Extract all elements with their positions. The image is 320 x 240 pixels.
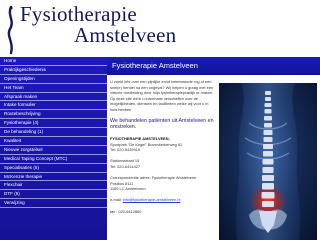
site-title[interactable]: Fysiotherapie Amstelveen	[20, 4, 220, 54]
sidebar-item-praktijkgeschiedenis[interactable]: Praktijkgeschiedenis	[0, 66, 107, 75]
sidebar-item-routebeschrijving[interactable]: Routebeschrijving	[0, 110, 107, 120]
correspondence-block: Correspondentie adres: Fysiotherapie Ams…	[110, 175, 216, 191]
email-prefix: e-mail:	[110, 197, 122, 203]
sidebar-item-specialisaties[interactable]: Specialisaties (5)	[0, 164, 107, 173]
address-tel: Tel: 020-6439919	[110, 146, 141, 152]
site-title-line2: Amstelveen	[74, 23, 177, 47]
sidebar-item-dtf[interactable]: DTF (5)	[0, 190, 107, 200]
sidebar-nav: Home Praktijkgeschiedenis Openingstijden…	[0, 57, 107, 240]
practice-name: FYSIOTHERAPIE AMSTELVEEN,	[110, 136, 170, 142]
sidebar-item-medical-taping[interactable]: Medical Taping Concept (MTC)	[0, 155, 107, 164]
fax-line: fax : 020-6412880	[110, 209, 216, 214]
sidebar-item-kwaliteit[interactable]: Kwaliteit	[0, 137, 107, 146]
sidebar-item-flexchair[interactable]: Flexchair	[0, 181, 107, 191]
sidebar-item-fysiotherapie[interactable]: Fysiotherapie (4)	[0, 119, 107, 129]
correspondence-label: Correspondentie adres: Fysiotherapie Ams…	[110, 175, 197, 181]
address2-tel: Tel: 020-6414427	[110, 163, 141, 169]
sidebar-item-verwijzing[interactable]: Verwijzing	[0, 199, 107, 209]
intro-paragraph: U zoekt iets over een pijnlijke en/of be…	[110, 79, 214, 112]
address-street: Sportpark "De Kegel" Bovenkerkerweg 81	[110, 141, 183, 147]
spine-xray-image	[219, 83, 317, 240]
sidebar-item-nieuwe-zorgstelsel[interactable]: Nieuwe zorgstelsel	[0, 146, 107, 155]
sidebar-item-afspraak-maken[interactable]: Afspraak maken	[0, 93, 107, 102]
email-link[interactable]: info@fysiotherapie-amstelveen.nl	[123, 197, 181, 202]
email-line: e-mail: info@fysiotherapie-amstelveen.nl	[110, 197, 216, 202]
address2-block: Stationsstraat 15 Tel: 020-6414427	[110, 158, 216, 169]
sidebar-item-openingstijden[interactable]: Openingstijden	[0, 75, 107, 84]
main-content: Fysiotherapie Amstelveen U zoekt iets ov…	[107, 57, 320, 240]
site-header: Fysiotherapie Amstelveen	[0, 0, 320, 57]
lead-paragraph: We behandelen patiënten uit Amstelveen e…	[110, 117, 214, 130]
sidebar-item-mckenzie-therapie[interactable]: McKenzie therapie	[0, 173, 107, 182]
sidebar-item-de-behandeling[interactable]: De behandeling (1)	[0, 128, 107, 138]
sidebar-menu: Home Praktijkgeschiedenis Openingstijden…	[0, 57, 107, 209]
page-title: Fysiotherapie Amstelveen	[112, 61, 198, 70]
address-block: FYSIOTHERAPIE AMSTELVEEN, Sportpark "De …	[110, 136, 216, 152]
correspondence-box: Postbus 8111	[110, 180, 134, 186]
sidebar-item-home[interactable]: Home	[0, 57, 107, 66]
fax-number: fax : 020-6412880	[110, 208, 142, 214]
correspondence-city: 1180 LC Amstelveen	[110, 186, 146, 191]
sidebar-item-intake-formulier[interactable]: Intake formulier	[0, 101, 107, 111]
page-title-band: Fysiotherapie Amstelveen	[107, 57, 320, 75]
spine-illustration	[235, 83, 301, 240]
site-title-line1: Fysiotherapie	[20, 2, 137, 26]
address2-street: Stationsstraat 15	[110, 158, 140, 164]
content-text: U zoekt iets over een pijnlijke en/of be…	[110, 79, 216, 214]
spine-logo-icon	[7, 5, 13, 55]
sidebar-item-het-team[interactable]: Het Team	[0, 84, 107, 93]
